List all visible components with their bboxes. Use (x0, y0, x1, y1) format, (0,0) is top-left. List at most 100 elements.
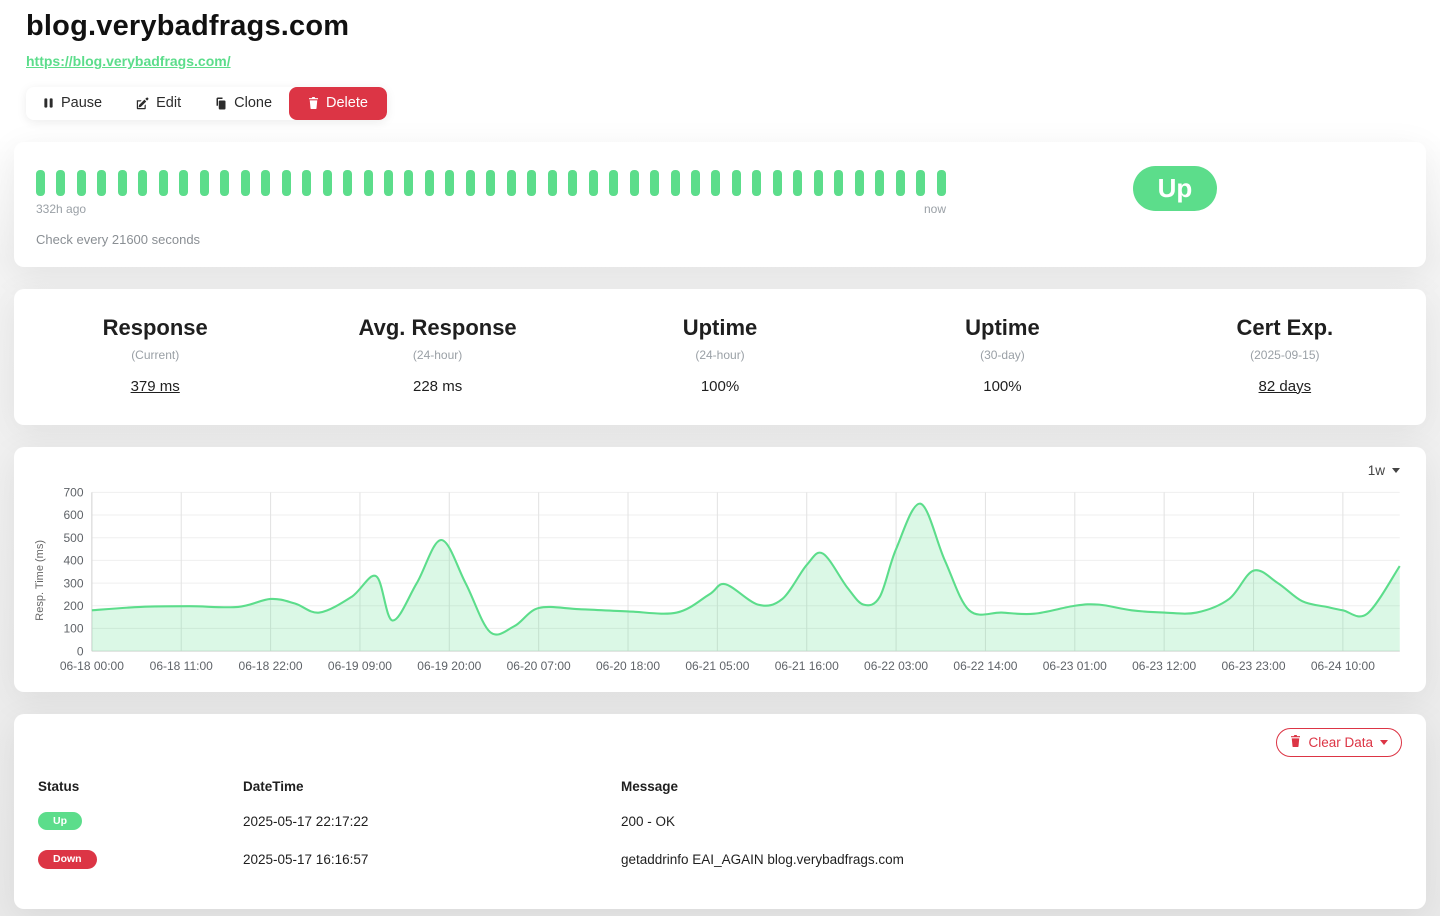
stat-title: Uptime (965, 314, 1040, 340)
monitor-url-link[interactable]: https://blog.verybadfrags.com/ (26, 53, 231, 69)
stat-uptime-30d: Uptime (30-day) 100% (861, 315, 1143, 395)
heartbeat-beat (363, 169, 373, 196)
stat-value-uptime-30d: 100% (983, 377, 1022, 395)
clone-button[interactable]: Clone (198, 87, 289, 120)
chart-ylabel: Resp. Time (ms) (34, 540, 46, 621)
stat-response-current: Response (Current) 379 ms (14, 315, 296, 395)
svg-text:200: 200 (63, 598, 83, 612)
stat-value-uptime-24h: 100% (700, 377, 740, 395)
svg-text:06-19 20:00: 06-19 20:00 (417, 658, 481, 672)
svg-text:06-22 14:00: 06-22 14:00 (953, 658, 1017, 672)
heartbeat-beat (813, 169, 823, 196)
heartbeat-range-start: 332h ago (36, 201, 87, 216)
heartbeat-beat (117, 169, 127, 196)
page-title: blog.verybadfrags.com (26, 10, 350, 42)
heartbeat-beat (261, 169, 271, 196)
table-row: Up 2025-05-17 22:17:22 200 - OK (38, 802, 1402, 841)
stat-title: Uptime (682, 314, 758, 340)
svg-text:06-19 09:00: 06-19 09:00 (328, 658, 392, 672)
event-datetime: 2025-05-17 16:16:57 (243, 852, 369, 868)
svg-text:500: 500 (63, 530, 83, 544)
heartbeat-beat (404, 169, 414, 196)
chart-card: 1w Resp. Time (ms) 0 100 200 300 400 500 600 70… (14, 446, 1426, 692)
events-col-status: Status (38, 778, 80, 794)
heartbeat-beat (731, 169, 741, 196)
events-col-datetime: DateTime (243, 778, 304, 794)
chart-period-value: 1w (1367, 462, 1385, 478)
status-badge: Up (38, 811, 82, 831)
delete-button[interactable]: Delete (289, 87, 387, 120)
heartbeat-range-end: now (923, 201, 946, 216)
heartbeat-beat (383, 169, 393, 196)
svg-text:06-18 22:00: 06-18 22:00 (239, 658, 303, 672)
heartbeat-beat (588, 169, 598, 196)
heartbeat-beat (465, 169, 475, 196)
heartbeat-beat (486, 169, 496, 196)
heartbeat-beat (76, 169, 86, 196)
heartbeat-beat (691, 169, 700, 196)
heartbeat-beat (240, 169, 250, 196)
pause-button[interactable]: Pause (26, 87, 119, 120)
stat-title: Avg. Response (358, 314, 517, 340)
heartbeat-beat (609, 169, 619, 196)
heartbeat-beat (527, 169, 537, 196)
heartbeat-beat (506, 169, 516, 196)
stat-value-cert-exp[interactable]: 82 days (1144, 378, 1426, 395)
clear-data-button[interactable]: Clear Data (1276, 727, 1402, 757)
status-badge: Down (38, 850, 97, 869)
heartbeat-beat (670, 169, 680, 196)
chart-period-select[interactable]: 1w (1362, 459, 1406, 482)
svg-text:06-20 18:00: 06-20 18:00 (596, 658, 660, 672)
heartbeat-beat (424, 169, 434, 196)
stat-value-response-current[interactable]: 379 ms (14, 378, 296, 395)
stat-value-avg-response: 228 ms (413, 377, 463, 395)
svg-text:100: 100 (63, 621, 83, 635)
response-time-chart: 0 100 200 300 400 500 600 700 06-18 00:00 06-18 1… (60, 485, 1401, 672)
clone-button-label: Clone (234, 95, 273, 111)
trash-icon (308, 97, 319, 110)
monitor-page: blog.verybadfrags.com https://blog.veryb… (0, 0, 1440, 909)
svg-text:06-23 23:00: 06-23 23:00 (1221, 658, 1285, 672)
svg-text:06-23 12:00: 06-23 12:00 (1132, 658, 1196, 672)
heartbeat-beat (36, 169, 45, 196)
heartbeat-beat (895, 169, 905, 196)
svg-text:06-22 03:00: 06-22 03:00 (864, 658, 928, 672)
heartbeat-beat (650, 169, 660, 196)
status-badge: Up (1132, 165, 1218, 211)
events-card: Clear Data Status DateTime Message Up 20… (14, 713, 1426, 909)
heartbeat-beat (752, 169, 762, 196)
heartbeat-beat (445, 169, 455, 196)
heartbeat-beat (97, 169, 107, 196)
clone-icon (215, 97, 227, 110)
pause-button-label: Pause (61, 95, 103, 111)
svg-text:600: 600 (63, 508, 83, 522)
heartbeat-beat (834, 169, 844, 196)
stat-subtitle: (24-hour) (412, 347, 463, 362)
heartbeat-beat (568, 169, 578, 196)
clear-data-label: Clear Data (1308, 734, 1373, 750)
heartbeat-beat (875, 169, 885, 196)
event-datetime: 2025-05-17 22:17:22 (243, 813, 369, 829)
stat-title: Cert Exp. (1236, 314, 1334, 340)
edit-button[interactable]: Edit (119, 87, 198, 120)
svg-text:300: 300 (63, 576, 83, 590)
heartbeat-beat (322, 169, 332, 196)
event-message: 200 - OK (621, 813, 676, 829)
heartbeat-beat (220, 169, 230, 196)
heartbeat-bar (36, 169, 946, 196)
svg-text:06-23 01:00: 06-23 01:00 (1043, 658, 1107, 672)
edit-icon (136, 97, 149, 110)
stat-subtitle: (Current) (131, 347, 180, 362)
monitor-toolbar: Pause Edit Clone Delete (26, 87, 387, 120)
stat-cert-exp: Cert Exp. (2025-09-15) 82 days (1144, 315, 1426, 395)
heartbeat-beat (547, 169, 557, 196)
heartbeat-beat (138, 169, 148, 196)
heartbeat-beat (343, 169, 353, 196)
stat-avg-response: Avg. Response (24-hour) 228 ms (296, 315, 578, 395)
events-col-message: Message (621, 778, 679, 794)
svg-text:06-24 10:00: 06-24 10:00 (1311, 658, 1375, 672)
delete-button-label: Delete (326, 95, 368, 111)
heartbeat-beat (302, 169, 312, 196)
chevron-down-icon (1392, 467, 1400, 473)
heartbeat-beat (179, 169, 189, 196)
